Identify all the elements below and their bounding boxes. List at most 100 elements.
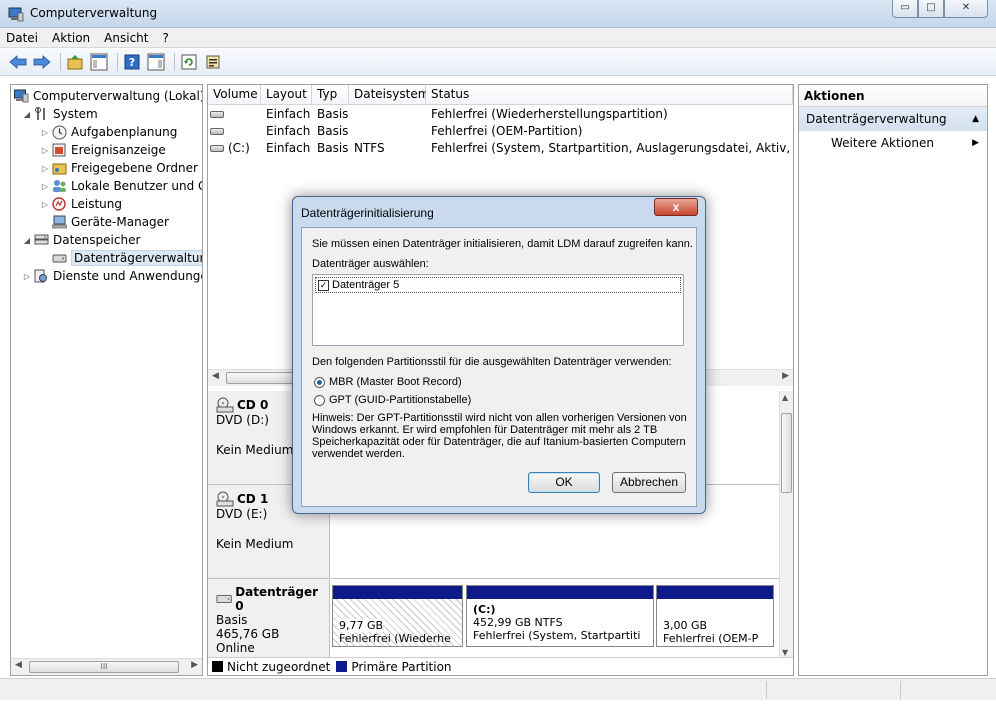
minimize-button[interactable]: ▭ [892,0,918,18]
scroll-right-arrow-icon[interactable]: ▶ [782,371,789,381]
expand-arrow-icon[interactable]: ▷ [21,272,33,281]
action-weitere-aktionen[interactable]: Weitere Aktionen ▶ [799,131,987,155]
back-arrow-icon[interactable] [8,52,28,72]
partition-oem[interactable]: 3,00 GB Fehlerfrei (OEM-P [656,585,774,647]
tools-icon [33,106,49,122]
disk-label-disk0[interactable]: Datenträger 0 Basis 465,76 GB Online [208,579,330,659]
menu-ansicht[interactable]: Ansicht [104,31,148,45]
disk-state: Kein Medium [216,537,294,551]
collapse-arrow-icon[interactable]: ◢ [21,110,33,119]
menu-datei[interactable]: Datei [6,31,38,45]
expand-arrow-icon[interactable]: ▷ [39,200,51,209]
refresh-icon[interactable] [179,52,199,72]
tree-scroll-thumb[interactable]: III [29,661,179,673]
tree-item-root[interactable]: Computerverwaltung (Lokal) [13,87,202,105]
dialog-close-button[interactable]: x [654,198,698,216]
table-cell-fs: NTFS [354,141,385,155]
toolbar-separator [117,53,118,71]
table-row-volume[interactable] [210,106,260,123]
actions-pane: Aktionen Datenträgerverwaltung ▲ Weitere… [798,84,988,676]
expand-arrow-icon[interactable]: ▷ [39,128,51,137]
radio-mbr-button[interactable] [314,376,325,388]
cancel-button[interactable]: Abbrechen [612,472,686,493]
partition-size: 9,77 GB [339,619,384,632]
shared-folder-icon [51,160,67,176]
partition-c[interactable]: (C:) 452,99 GB NTFS Fehlerfrei (System, … [466,585,654,647]
partition-header [657,586,773,599]
scroll-left-arrow-icon[interactable]: ◀ [212,371,219,381]
disk-scroll-thumb[interactable] [781,413,792,493]
table-cell-layout: Einfach [266,107,311,121]
initialize-disk-dialog: Datenträgerinitialisierung x Sie müssen … [292,196,706,514]
tree-item-geraete-manager[interactable]: Geräte-Manager [51,213,169,231]
collapse-arrow-icon[interactable]: ◢ [21,236,33,245]
col-header-layout[interactable]: Layout [261,85,312,105]
scroll-right-arrow-icon[interactable]: ▶ [191,660,198,670]
tree-item-ereignisanzeige[interactable]: ▷ Ereignisanzeige [39,141,166,159]
table-row-volume[interactable]: (C:) [210,140,260,157]
svg-text:?: ? [129,56,135,69]
disk-checkbox[interactable]: ✓ [318,279,329,291]
disk-list-item-label: Datenträger 5 [332,279,400,291]
partition-recovery[interactable]: 9,77 GB Fehlerfrei (Wiederhe [332,585,463,647]
collapse-up-icon[interactable]: ▲ [972,107,979,131]
tree-item-leistung[interactable]: ▷ Leistung [39,195,122,213]
menu-bar: Datei Aktion Ansicht ? [0,28,996,48]
table-row-volume[interactable] [210,123,260,140]
disk-vertical-scrollbar[interactable]: ▲ ▼ [779,391,793,675]
device-manager-icon [51,214,67,230]
tree-label-datentraegerverwaltung: Datenträgerverwaltung [71,250,202,266]
ok-button[interactable]: OK [528,472,600,493]
tree-item-aufgabenplanung[interactable]: ▷ Aufgabenplanung [39,123,177,141]
partition-status: Fehlerfrei (OEM-P [663,632,759,645]
tree-item-freigegebene-ordner[interactable]: ▷ Freigegebene Ordner [39,159,198,177]
expand-arrow-icon[interactable]: ▷ [39,182,51,191]
table-cell-status: Fehlerfrei (System, Startpartition, Ausl… [431,141,791,155]
tree-item-datenspeicher[interactable]: ◢ Datenspeicher [21,231,140,249]
legend-label-unallocated: Nicht zugeordnet [227,659,331,674]
disk-list-item[interactable]: ✓ Datenträger 5 [315,277,681,293]
dialog-select-label: Datenträger auswählen: [312,258,429,270]
radio-gpt[interactable]: GPT (GUID-Partitionstabelle) [314,394,471,406]
scroll-up-arrow-icon[interactable]: ▲ [782,393,788,402]
hard-disk-icon [216,594,232,604]
disk-selection-list[interactable]: ✓ Datenträger 5 [312,274,684,346]
col-header-status[interactable]: Status [426,85,793,105]
expand-arrow-icon[interactable]: ▷ [39,164,51,173]
col-header-volume[interactable]: Volume [208,85,261,105]
legend-swatch-unallocated [212,661,223,672]
users-icon [51,178,67,194]
maximize-button[interactable]: □ [918,0,944,18]
table-cell-typ: Basis [317,124,349,138]
forward-arrow-icon[interactable] [32,52,52,72]
close-window-button[interactable]: ✕ [944,0,988,18]
gpt-hint-line-1: Hinweis: Der GPT-Partitionsstil wird nic… [312,412,687,424]
tree-item-lokale-benutzer[interactable]: ▷ Lokale Benutzer und Gr [39,177,202,195]
tree-horizontal-scrollbar[interactable]: ◀ III ▶ [11,658,202,675]
tree-item-system[interactable]: ◢ System [21,105,98,123]
tree-item-dienste[interactable]: ▷ Dienste und Anwendungen [21,267,202,285]
status-separator [900,681,901,699]
menu-help[interactable]: ? [162,31,168,45]
toolbar: ? [0,49,996,76]
show-hide-tree-icon[interactable] [89,52,109,72]
partition-style-label: Den folgenden Partitionsstil für die aus… [312,356,672,368]
menu-aktion[interactable]: Aktion [52,31,90,45]
disk-kind: Basis [216,613,248,627]
services-icon [33,268,49,284]
tree-label-system: System [53,107,98,121]
col-header-dateisystem[interactable]: Dateisystem [349,85,429,105]
help-icon[interactable]: ? [122,52,142,72]
tree-item-datentraegerverwaltung[interactable]: Datenträgerverwaltung [51,249,202,267]
actions-section-datentraegerverwaltung[interactable]: Datenträgerverwaltung ▲ [799,107,987,131]
radio-gpt-button[interactable] [314,394,325,406]
scroll-left-arrow-icon[interactable]: ◀ [15,660,22,670]
status-bar [0,678,996,700]
col-header-typ[interactable]: Typ [312,85,349,105]
show-action-pane-icon[interactable] [146,52,166,72]
expand-arrow-icon[interactable]: ▷ [39,146,51,155]
scroll-down-arrow-icon[interactable]: ▼ [782,648,788,657]
radio-mbr[interactable]: MBR (Master Boot Record) [314,376,462,388]
properties-icon[interactable] [203,52,223,72]
up-folder-icon[interactable] [65,52,85,72]
